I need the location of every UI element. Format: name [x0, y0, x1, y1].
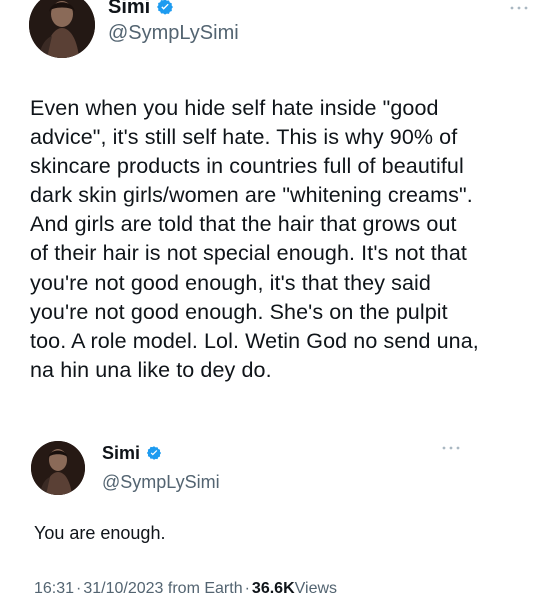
verified-badge-icon	[146, 446, 162, 460]
quoted-tweet-text: You are enough.	[34, 523, 166, 543]
avatar[interactable]	[31, 441, 85, 495]
tweet-date-source[interactable]: 31/10/2023 from Earth	[83, 580, 242, 598]
more-options-icon[interactable]	[509, 4, 529, 12]
display-name-row: Simi	[102, 442, 220, 464]
author-block[interactable]: Simi @SympLySimi	[108, 0, 239, 45]
avatar[interactable]	[29, 0, 95, 58]
views-count[interactable]: 36.6K	[252, 580, 295, 598]
avatar-image	[29, 0, 95, 58]
display-name[interactable]: Simi	[108, 0, 150, 17]
meta-separator: ·	[244, 580, 250, 597]
verified-badge-icon	[157, 0, 174, 15]
author-block[interactable]: Simi @SympLySimi	[102, 442, 220, 494]
more-options-icon[interactable]	[441, 444, 461, 452]
meta-separator: ·	[76, 580, 82, 597]
display-name[interactable]: Simi	[102, 444, 140, 462]
display-name-row: Simi	[108, 0, 239, 18]
tweet-meta: 16:31 · 31/10/2023 from Earth · 36.6KViews	[34, 580, 337, 598]
main-tweet: Simi @SympLySimi Even when you hide self…	[0, 0, 549, 430]
user-handle[interactable]: @SympLySimi	[108, 21, 239, 45]
views-label[interactable]: Views	[295, 580, 337, 598]
quoted-tweet[interactable]: Simi @SympLySimi You are enough. 16:31 · 3…	[0, 430, 549, 598]
tweet-time[interactable]: 16:31	[34, 580, 74, 598]
avatar-image	[31, 441, 85, 495]
user-handle[interactable]: @SympLySimi	[102, 470, 220, 494]
tweet-text: Even when you hide self hate inside "goo…	[30, 96, 479, 382]
